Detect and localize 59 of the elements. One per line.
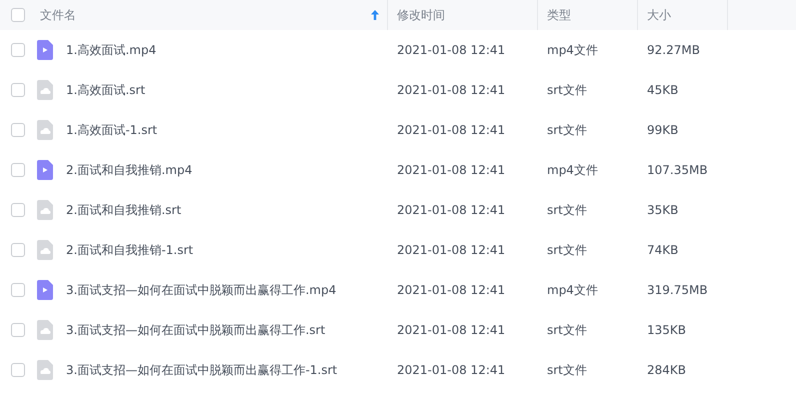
- cloud-file-icon: [37, 360, 53, 380]
- cloud-file-icon: [37, 200, 53, 220]
- file-type: mp4文件: [546, 42, 599, 58]
- modified-time: 2021-01-08 12:41: [396, 83, 506, 97]
- row-checkbox[interactable]: [11, 283, 25, 297]
- modified-time: 2021-01-08 12:41: [396, 123, 506, 137]
- file-name[interactable]: 1.高效面试-1.srt: [66, 122, 158, 138]
- file-type: srt文件: [546, 242, 588, 258]
- modified-time: 2021-01-08 12:41: [396, 283, 506, 297]
- file-type: srt文件: [546, 82, 588, 98]
- column-header[interactable]: 类型: [538, 0, 638, 30]
- video-file-icon: [37, 280, 53, 300]
- file-name[interactable]: 2.面试和自我推销.mp4: [66, 162, 192, 178]
- row-checkbox[interactable]: [11, 243, 25, 257]
- video-file-icon: [37, 160, 53, 180]
- video-file-icon: [37, 40, 53, 60]
- file-size: 107.35MB: [646, 163, 709, 177]
- file-size: 35KB: [646, 203, 680, 217]
- column-header[interactable]: 大小: [638, 0, 728, 30]
- file-type: mp4文件: [546, 162, 599, 178]
- row-checkbox[interactable]: [11, 43, 25, 57]
- file-type: srt文件: [546, 362, 588, 378]
- column-header[interactable]: 文件名: [36, 0, 388, 30]
- modified-time: 2021-01-08 12:41: [396, 323, 506, 337]
- modified-time: 2021-01-08 12:41: [396, 163, 506, 177]
- file-name[interactable]: 2.面试和自我推销.srt: [66, 202, 182, 218]
- row-checkbox[interactable]: [11, 323, 25, 337]
- row-checkbox[interactable]: [11, 83, 25, 97]
- row-checkbox[interactable]: [11, 163, 25, 177]
- cloud-file-icon: [37, 320, 53, 340]
- modified-time: 2021-01-08 12:41: [396, 363, 506, 377]
- file-type: srt文件: [546, 202, 588, 218]
- file-size: 92.27MB: [646, 43, 701, 57]
- file-name[interactable]: 2.面试和自我推销-1.srt: [66, 242, 194, 258]
- file-size: 45KB: [646, 83, 680, 97]
- file-name[interactable]: 3.面试支招—如何在面试中脱颖而出赢得工作-1.srt: [66, 362, 338, 378]
- file-name[interactable]: 3.面试支招—如何在面试中脱颖而出赢得工作.mp4: [66, 282, 336, 298]
- file-name[interactable]: 1.高效面试.mp4: [66, 42, 156, 58]
- file-size: 99KB: [646, 123, 680, 137]
- file-size: 135KB: [646, 323, 688, 337]
- file-type: srt文件: [546, 122, 588, 138]
- row-checkbox[interactable]: [11, 363, 25, 377]
- modified-time: 2021-01-08 12:41: [396, 243, 506, 257]
- file-type: srt文件: [546, 322, 588, 338]
- file-size: 319.75MB: [646, 283, 709, 297]
- cloud-file-icon: [37, 80, 53, 100]
- file-type: mp4文件: [546, 282, 599, 298]
- cloud-file-icon: [37, 120, 53, 140]
- modified-time: 2021-01-08 12:41: [396, 43, 506, 57]
- file-name[interactable]: 3.面试支招—如何在面试中脱颖而出赢得工作.srt: [66, 322, 326, 338]
- select-all-checkbox[interactable]: [11, 8, 25, 22]
- column-header[interactable]: 修改时间: [388, 0, 538, 30]
- modified-time: 2021-01-08 12:41: [396, 203, 506, 217]
- row-checkbox[interactable]: [11, 123, 25, 137]
- file-name[interactable]: 1.高效面试.srt: [66, 82, 146, 98]
- row-checkbox[interactable]: [11, 203, 25, 217]
- cloud-file-icon: [37, 240, 53, 260]
- file-size: 74KB: [646, 243, 680, 257]
- file-size: 284KB: [646, 363, 688, 377]
